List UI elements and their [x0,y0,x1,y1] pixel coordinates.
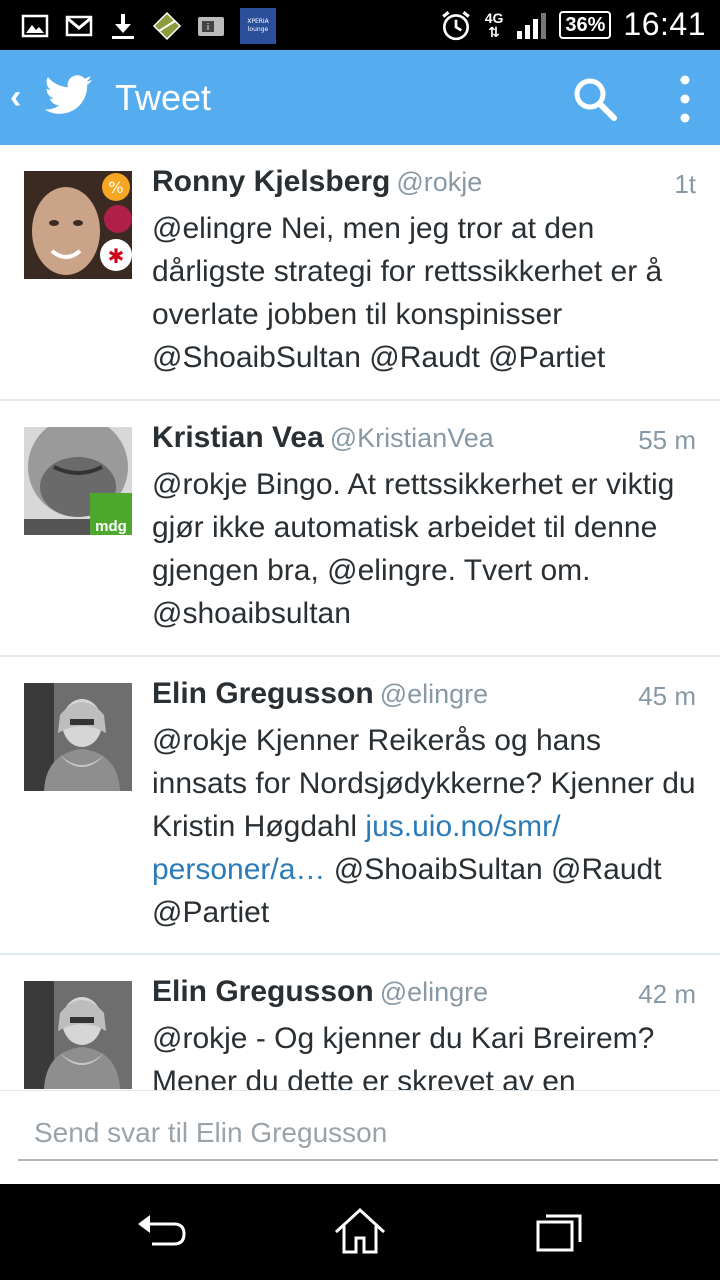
system-nav-bar [0,1184,720,1280]
tweet-header: Elin Gregusson @elingre 45 m [152,677,696,717]
tweet-text: @elingre Nei, men jeg tror at den dårlig… [152,212,663,374]
signal-icon [517,12,547,39]
home-icon[interactable] [330,1206,390,1256]
id-card-icon: i [198,17,224,36]
tweet-author-handle[interactable]: @rokje [396,167,482,197]
overflow-menu-icon[interactable] [665,72,705,126]
back-icon[interactable] [130,1206,190,1256]
tweet-author-handle[interactable]: @KristianVea [330,423,494,453]
tweet-author-name[interactable]: Kristian Vea [152,421,324,454]
avatar[interactable]: % ✱ [24,171,132,279]
tweet-header: Ronny Kjelsberg @rokje 1t [152,165,696,205]
svg-text:XPERIA: XPERIA [247,18,269,25]
tweet-text: @rokje - Og kjenner du Kari Breirem? Men… [152,1022,655,1090]
twitter-bird-icon[interactable] [44,74,94,118]
tweet-author-handle[interactable]: @elingre [380,977,488,1007]
back-chevron-icon[interactable]: ‹ [10,80,21,114]
svg-text:✱: ✱ [108,244,125,268]
gmail-icon [65,15,93,37]
app-bar: ‹ Tweet [0,50,720,145]
system-status: 4G ⇅ 36% 16:41 [439,6,706,43]
reply-input[interactable] [18,1113,718,1161]
tweet-header: Kristian Vea @KristianVea 55 m [152,421,696,461]
search-icon[interactable] [570,74,620,124]
tweet-item[interactable]: Elin Gregusson @elingre 42 m @rokje - Og … [0,955,720,1090]
avatar-badge: mdg [95,518,127,535]
tweet-timestamp: 55 m [638,425,696,455]
tweet-author-name[interactable]: Elin Gregusson [152,975,374,1008]
network-type: 4G ⇅ [484,9,504,40]
tweet-timestamp: 45 m [638,681,696,711]
status-bar: i XPERIA lounge 4G ⇅ 36% 16:41 [0,0,720,50]
image-icon [21,14,49,38]
svg-text:lounge: lounge [248,26,269,33]
tweet-item[interactable]: Elin Gregusson @elingre 45 m @rokje Kjenn… [0,657,720,955]
download-icon [112,14,134,39]
svg-text:%: % [108,178,123,197]
page-title: Tweet [115,77,212,118]
tweet-text: @rokje Kjenner Reikerås og hans innsats … [152,719,702,934]
tweet-author-name[interactable]: Ronny Kjelsberg [152,165,390,198]
tweet-author-name[interactable]: Elin Gregusson [152,677,374,710]
tweet-header: Elin Gregusson @elingre 42 m [152,975,696,1015]
app-icon [152,11,182,41]
recent-apps-icon[interactable] [530,1206,590,1256]
tweet-timestamp: 1t [674,169,696,199]
clock: 16:41 [623,6,706,42]
svg-text:i: i [207,23,210,33]
tweet-text: @rokje Bingo. At rettssikkerhet er vikti… [152,468,675,630]
avatar[interactable] [24,981,132,1089]
tweet-item[interactable]: % ✱ Ronny Kjelsberg @rokje 1t @elingre Ne… [0,145,720,401]
tweet-item[interactable]: mdg Kristian Vea @KristianVea 55 m @rokje… [0,401,720,657]
battery-indicator: 36% [559,10,612,39]
reply-bar [0,1090,720,1185]
alarm-clock-icon [441,10,470,40]
tweet-timestamp: 42 m [638,979,696,1009]
tweet-list[interactable]: % ✱ Ronny Kjelsberg @rokje 1t @elingre Ne… [0,145,720,1090]
tweet-author-handle[interactable]: @elingre [380,679,488,709]
avatar[interactable] [24,683,132,791]
xperia-lounge-icon: XPERIA lounge [240,8,276,44]
notification-icons: i XPERIA lounge [20,8,276,44]
